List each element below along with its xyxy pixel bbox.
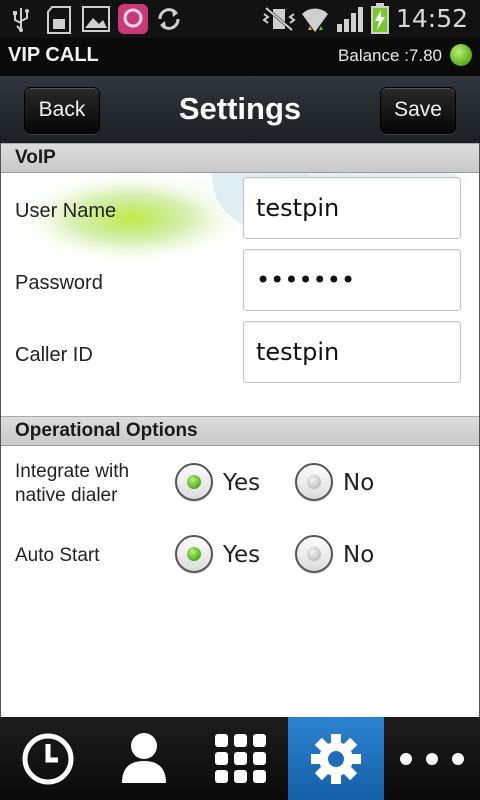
nav-bar: Back Settings Save (0, 77, 480, 143)
password-label: Password (15, 272, 103, 294)
integrate-dialer-no-label[interactable]: No (343, 470, 374, 496)
caller-id-label: Caller ID (15, 344, 93, 366)
status-bar: 14:52 (0, 0, 480, 38)
gear-icon (311, 734, 361, 784)
user-name-label: User Name (15, 200, 117, 222)
sd-card-icon (47, 6, 71, 34)
password-input[interactable]: ••••••• (243, 249, 461, 311)
sync-icon (158, 8, 180, 30)
vibrate-icon (262, 6, 296, 32)
operational-options-header: Operational Options (1, 416, 479, 446)
user-name-input[interactable]: testpin (243, 177, 461, 239)
integrate-dialer-no-radio[interactable] (295, 463, 333, 501)
signal-icon (337, 7, 363, 32)
title-bar: VIP CALL Balance :7.80 (0, 38, 480, 77)
auto-start-yes-label[interactable]: Yes (223, 542, 260, 568)
app-notification-icon (118, 4, 148, 34)
app-title: VIP CALL (8, 44, 99, 66)
balance-text: Balance :7.80 (338, 46, 442, 65)
auto-start-no-radio[interactable] (295, 535, 333, 573)
bottom-tab-bar (0, 717, 480, 800)
status-clock: 14:52 (395, 4, 468, 33)
auto-start-label: Auto Start (15, 545, 100, 566)
auto-start-no-label[interactable]: No (343, 542, 374, 568)
tab-settings[interactable] (288, 717, 384, 800)
integrate-dialer-yes-radio[interactable] (175, 463, 213, 501)
integrate-dialer-label-line2: native dialer (15, 485, 118, 506)
tab-contacts[interactable] (96, 717, 192, 800)
contact-icon (122, 733, 166, 783)
tab-dialpad[interactable] (192, 717, 288, 800)
clock-icon (22, 733, 74, 785)
save-button[interactable]: Save (380, 87, 456, 134)
usb-icon (13, 8, 29, 32)
tab-more[interactable] (384, 717, 480, 800)
battery-charging-icon (371, 3, 389, 34)
more-icon (400, 753, 464, 765)
gallery-icon (82, 6, 110, 32)
auto-start-yes-radio[interactable] (175, 535, 213, 573)
online-status-indicator (450, 44, 472, 66)
settings-panel: VoIP User Name testpin Password ••••••• … (0, 143, 480, 717)
integrate-dialer-label-line1: Integrate with (15, 461, 130, 482)
caller-id-input[interactable]: testpin (243, 321, 461, 383)
voip-section-header: VoIP (1, 143, 479, 173)
dialpad-icon (215, 734, 266, 783)
integrate-dialer-yes-label[interactable]: Yes (223, 470, 260, 496)
tab-history[interactable] (0, 717, 96, 800)
wifi-icon (302, 8, 328, 32)
